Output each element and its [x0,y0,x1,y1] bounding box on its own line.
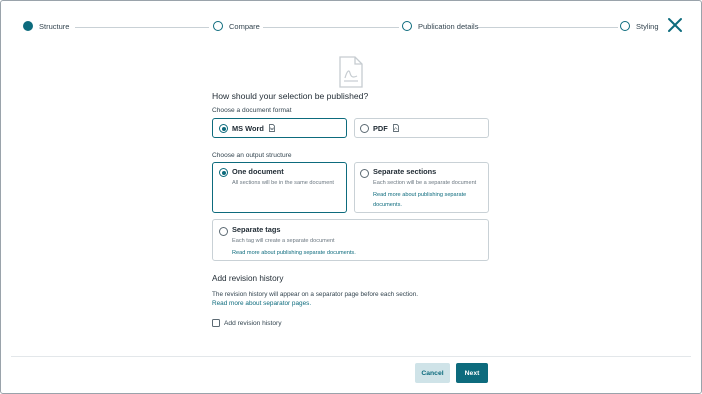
add-revision-history-checkbox[interactable]: Add revision history [212,319,282,327]
document-icon [339,56,363,88]
step-structure[interactable]: Structure [23,21,70,31]
structure-option-one-document[interactable]: One document All sections will be in the… [212,162,347,213]
checkbox-icon[interactable] [212,319,220,327]
radio-selected-icon[interactable] [219,124,228,133]
msword-label: MS Word [232,124,264,133]
footer-divider [11,356,691,357]
structure-option-separate-sections[interactable]: Separate sections Each section will be a… [354,162,489,213]
radio-selected-icon[interactable] [219,168,228,177]
format-option-pdf[interactable]: PDF [354,118,489,138]
option-description: Each tag will create a separate document [232,238,335,244]
step-indicator-icon [402,21,412,31]
revision-history-title: Add revision history [212,274,284,283]
option-description: All sections will be in the same documen… [232,180,334,186]
format-option-label: PDF [373,124,399,133]
close-icon[interactable] [667,17,683,33]
separator-pages-link[interactable]: Read more about separator pages. [212,300,311,307]
option-description: Each section will be a separate document [373,180,477,186]
structure-option-separate-tags[interactable]: Separate tags Each tag will create a sep… [212,219,489,261]
structure-label: Choose an output structure [212,152,292,159]
word-file-icon [269,124,275,132]
stepper: Structure Compare Publication details St… [23,21,671,35]
step-connector [75,27,209,28]
radio-unselected-icon[interactable] [219,227,228,236]
step-label: Styling [636,21,659,31]
pdf-file-icon [393,124,399,132]
link-line[interactable]: documents. [373,202,402,208]
step-connector [478,27,618,28]
option-title: One document [232,167,284,176]
step-publication-details[interactable]: Publication details [402,21,479,31]
option-title: Separate tags [232,225,281,234]
cancel-button[interactable]: Cancel [415,363,450,383]
option-title: Separate sections [373,167,437,176]
format-option-label: MS Word [232,124,275,133]
step-label: Publication details [418,21,479,31]
radio-unselected-icon[interactable] [360,124,369,133]
next-button[interactable]: Next [456,363,488,383]
publish-dialog: Structure Compare Publication details St… [0,0,702,394]
format-option-msword[interactable]: MS Word [212,118,347,138]
step-label: Compare [229,21,260,31]
step-indicator-icon [620,21,630,31]
step-label: Structure [39,21,70,31]
link-line[interactable]: Read more about publishing separate [373,192,466,198]
step-styling[interactable]: Styling [620,21,659,31]
pdf-label: PDF [373,124,388,133]
radio-unselected-icon[interactable] [360,169,369,178]
step-indicator-icon [23,21,33,31]
format-label: Choose a document format [212,107,292,114]
read-more-link[interactable]: Read more about publishing separate docu… [232,249,356,259]
read-more-link[interactable]: Read more about publishing separate docu… [373,191,466,210]
checkbox-label: Add revision history [224,319,282,327]
step-indicator-icon [213,21,223,31]
revision-history-description: The revision history will appear on a se… [212,291,419,298]
step-connector [263,27,399,28]
page-title: How should your selection be published? [212,91,369,101]
step-compare[interactable]: Compare [213,21,260,31]
